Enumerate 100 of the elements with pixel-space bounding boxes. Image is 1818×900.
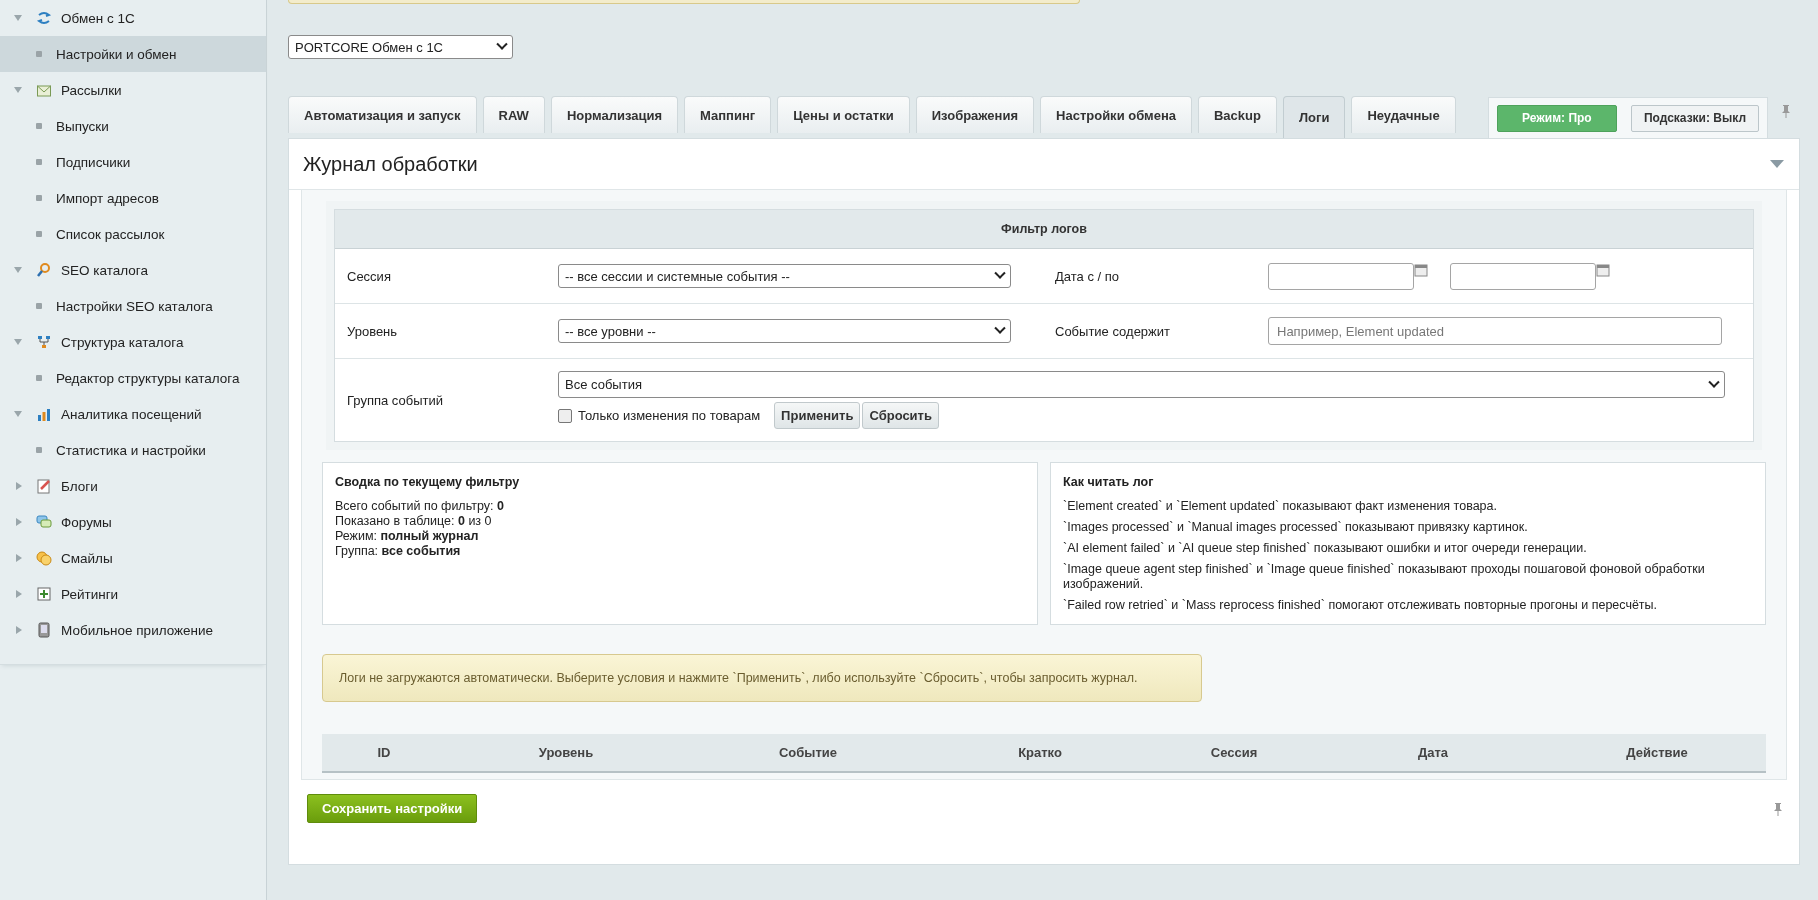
checkbox[interactable] [558,408,572,423]
plus-box-icon [36,586,52,602]
sidebar-item[interactable]: Рассылки [0,72,266,108]
level-select[interactable]: -- все уровни -- [558,319,1011,343]
sidebar-subitem[interactable]: Импорт адресов [0,180,266,216]
sidebar-label: SEO каталога [61,262,148,278]
pin-icon[interactable] [1772,801,1784,816]
tab[interactable]: Настройки обмена [1040,96,1192,133]
tab[interactable]: RAW [482,96,545,133]
mode-button[interactable]: Подсказки: Выкл [1630,104,1759,132]
sidebar-subitem[interactable]: Подписчики [0,144,266,180]
bullet-icon [36,231,42,237]
sidebar-item[interactable]: Рейтинги [0,576,266,612]
sidebar-label: Настройки и обмен [56,46,177,62]
swirl-icon [36,10,52,26]
speech-bubbles-icon [36,514,52,530]
sidebar-subitem[interactable]: Редактор структуры каталога [0,360,266,396]
bullet-icon [36,447,42,453]
sidebar-label: Мобильное приложение [61,622,214,638]
tab[interactable]: Неудачные [1351,96,1456,133]
group-select[interactable]: Все события [558,371,1725,398]
sidebar-label: Рассылки [61,82,122,98]
summary-line: Группа: все события [335,544,462,559]
bullet-icon [36,195,42,201]
tab[interactable]: Backup [1197,96,1277,133]
sidebar-label: Блоги [61,478,98,494]
sidebar-label: Подписчики [56,154,131,170]
sidebar-label: Обмен с 1С [61,10,135,26]
field-label: Уровень [347,323,399,339]
help-line: `AI element failed` и `AI queue step finished` показывают ошибки и итог очереди генерации. [1063,541,1588,556]
filter-button[interactable]: Применить [774,402,861,429]
tab[interactable]: Автоматизация и запуск [288,96,477,133]
help-line: `Element created` и `Element updated` показывают факт изменения товара. [1063,499,1498,514]
tab[interactable]: Нормализация [550,96,678,133]
sidebar-label: Список рассылок [56,226,165,242]
bullet-icon [36,303,42,309]
envelope-icon [36,82,52,98]
sidebar-label: Редактор структуры каталога [56,370,240,386]
tab[interactable]: Логи [1282,96,1346,138]
sidebar-subitem[interactable]: Настройки и обмен [0,36,266,72]
column-header: Кратко [1017,745,1063,760]
column-header: Действие [1625,745,1689,760]
sidebar-item[interactable]: SEO каталога [0,252,266,288]
summary-line: Режим: полный журнал [335,529,480,544]
notice-message: Логи не загружаются автоматически. Выберите условия и нажмите `Применить`, либо используйте `Сбросить`, чтобы запросить журнал. [322,654,1202,702]
smiley-icon [36,550,52,566]
tab[interactable]: Изображения [915,96,1035,133]
hierarchy-icon [36,334,52,350]
sidebar-item[interactable]: Смайлы [0,540,266,576]
column-header: Дата [1416,745,1450,760]
tab[interactable]: Цены и остатки [777,96,910,133]
module-select[interactable]: PORTCORE Обмен с 1С [288,35,513,59]
bullet-icon [36,51,42,57]
sidebar-label: Аналитика посещений [61,406,202,422]
date-from-field[interactable] [1268,262,1414,290]
sidebar-item[interactable]: Мобильное приложение [0,612,266,648]
event-search-field[interactable]: Например, Element updated [1268,317,1722,345]
help-line: `Images processed` и `Manual images processed` показывают привязку картинок. [1063,520,1529,535]
column-header: ID [376,745,392,760]
checkbox-label[interactable]: Только изменения по товарам [578,408,761,423]
session-select[interactable]: -- все сессии и системные события -- [558,264,1011,288]
magnifier-icon [36,262,52,278]
sidebar-item[interactable]: Аналитика посещений [0,396,266,432]
field-label: Сессия [347,268,392,284]
card-title: Сводка по текущему фильтру [335,475,521,489]
sidebar-subitem[interactable]: Выпуски [0,108,266,144]
bar-chart-icon [36,406,52,422]
column-header: Событие [777,745,839,760]
filter-title: Фильтр логов [335,210,1753,249]
filter-button[interactable]: Сбросить [862,402,939,429]
sidebar-subitem[interactable]: Статистика и настройки [0,432,266,468]
sidebar-label: Смайлы [61,550,113,566]
collapse-arrow-icon[interactable] [1770,160,1784,168]
panel-title: Журнал обработки [303,152,478,176]
sidebar-item[interactable]: Блоги [0,468,266,504]
sidebar-label: Выпуски [56,118,109,134]
sidebar-label: Рейтинги [61,586,119,602]
sidebar-subitem[interactable]: Настройки SEO каталога [0,288,266,324]
column-header: Уровень [537,745,595,760]
phone-icon [36,622,52,638]
tab[interactable]: Маппинг [684,96,772,133]
column-header: Сессия [1209,745,1259,760]
pin-icon[interactable] [1780,104,1792,118]
field-label: Группа событий [347,392,444,408]
sidebar-item[interactable]: Структура каталога [0,324,266,360]
help-line: `Failed row retried` и `Mass reprocess finished` помогают отслеживать повторные прогоны и пересчёты. [1063,598,1659,613]
card-title: Как читать лог [1063,475,1155,489]
sidebar-label: Настройки SEO каталога [56,298,213,314]
sidebar-label: Статистика и настройки [56,442,206,458]
sidebar-subitem[interactable]: Список рассылок [0,216,266,252]
date-to-field[interactable] [1450,262,1596,290]
calendar-icon[interactable] [1414,263,1428,277]
sidebar-item[interactable]: Обмен с 1С [0,0,266,36]
field-label: Дата с / по [1055,268,1120,284]
sidebar-item[interactable]: Форумы [0,504,266,540]
bullet-icon [36,123,42,129]
bullet-icon [36,375,42,381]
help-line: `Image queue agent step finished` и `Image queue finished` показывают проходы пошаговой фоновой обработки изображений. [1063,562,1706,592]
calendar-icon[interactable] [1596,263,1610,277]
notepad-icon [36,478,52,494]
